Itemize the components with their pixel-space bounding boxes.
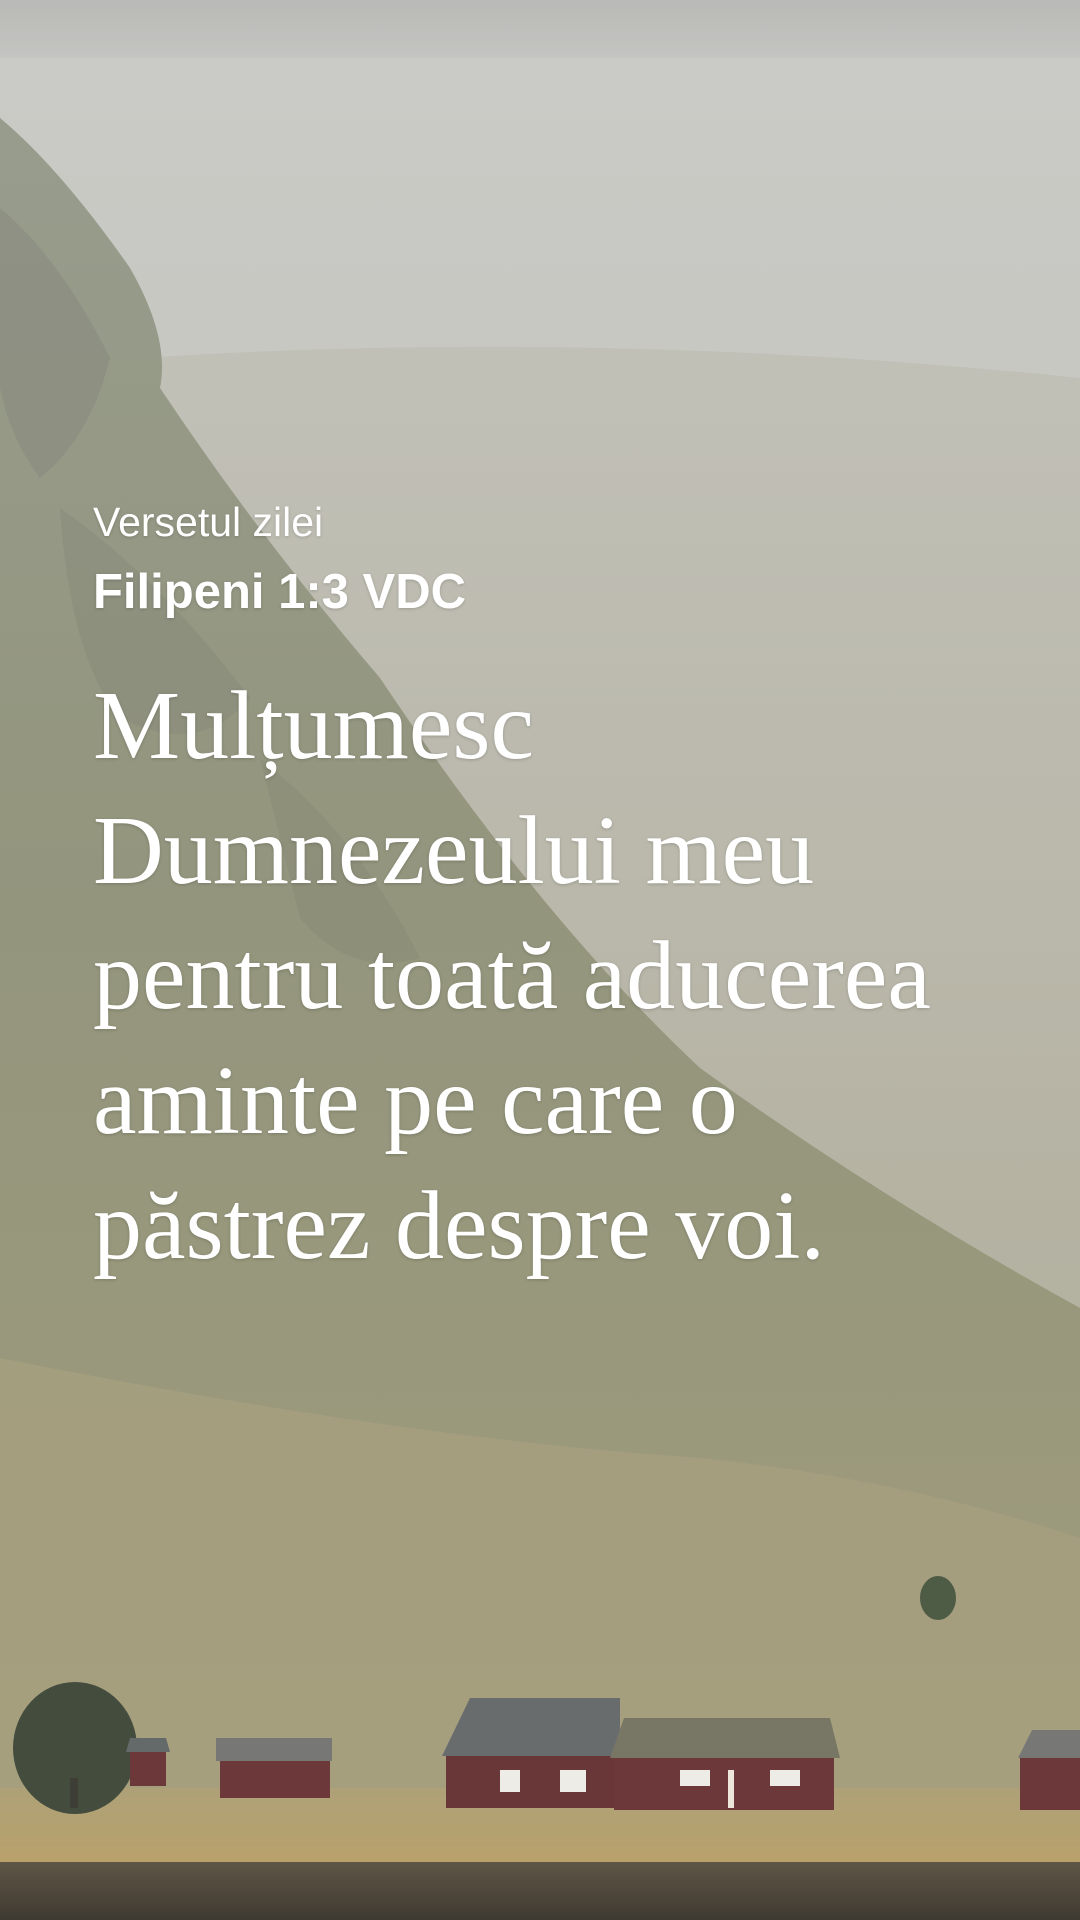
bottom-bar bbox=[0, 1862, 1080, 1920]
status-bar bbox=[0, 0, 1080, 58]
verse-text: Mulțumesc Dumnezeului meu pentru toată a… bbox=[93, 672, 931, 1280]
verse-card: Versetul zilei Filipeni 1:3 VDC Mulțumes… bbox=[93, 492, 1033, 1289]
verse-reference[interactable]: Filipeni 1:3 VDC bbox=[93, 562, 1033, 622]
verse-of-day-label: Versetul zilei bbox=[93, 499, 324, 545]
